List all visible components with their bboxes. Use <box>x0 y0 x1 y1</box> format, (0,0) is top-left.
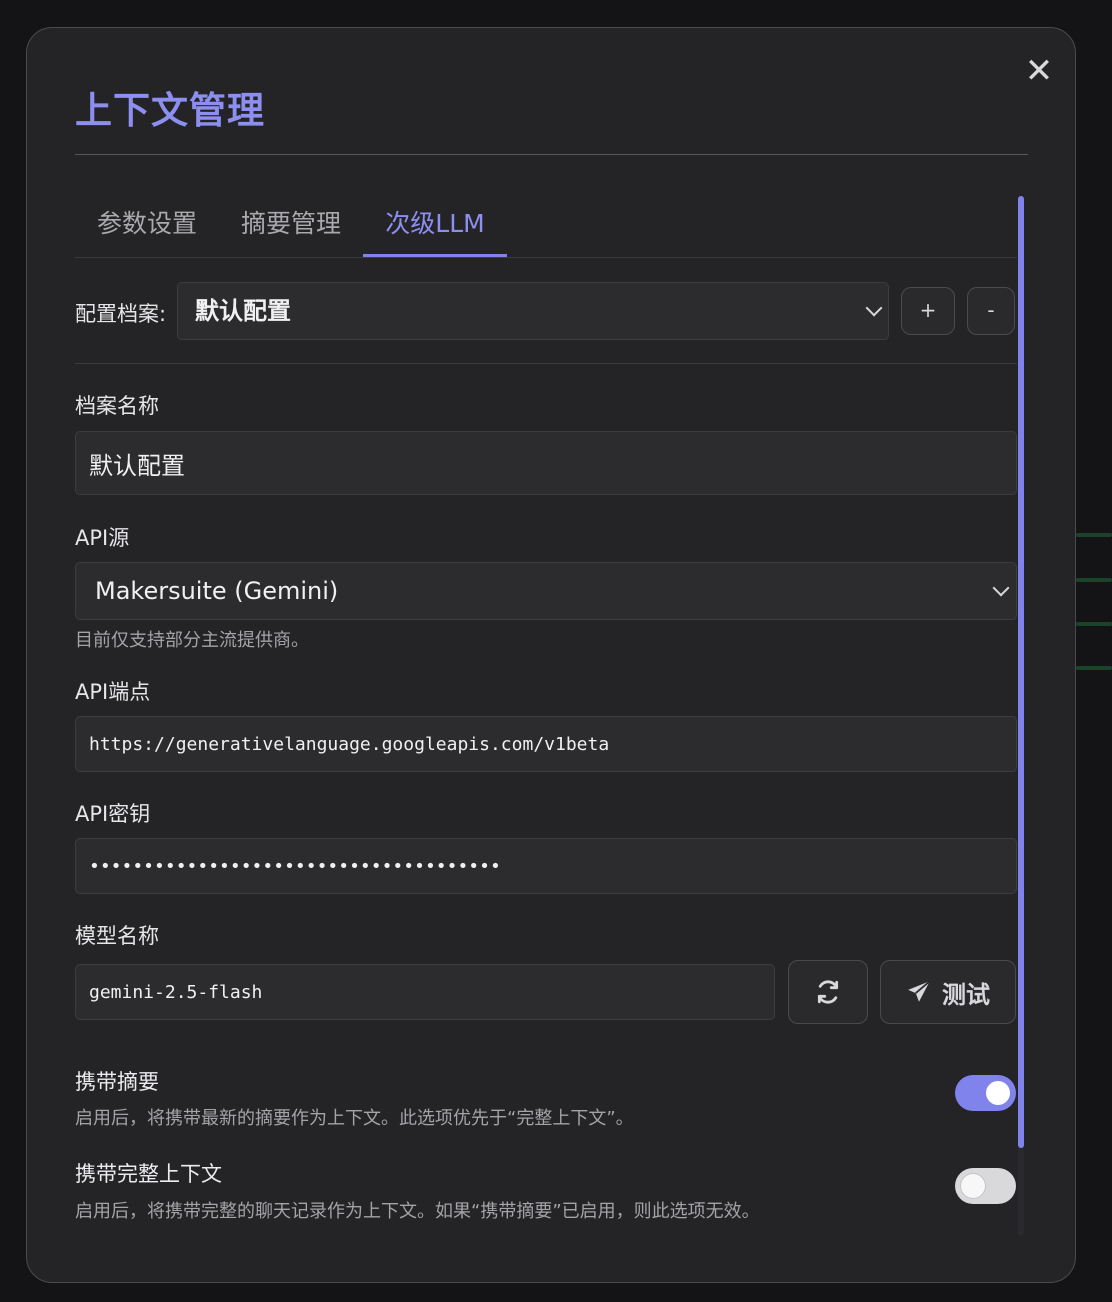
chevron-down-icon <box>865 299 883 317</box>
profile-name-label: 档案名称 <box>75 394 159 418</box>
section-divider <box>75 363 1017 364</box>
api-endpoint-label: API端点 <box>75 680 151 704</box>
test-button-label: 测试 <box>942 980 990 1009</box>
tab-summary[interactable]: 摘要管理 <box>219 198 363 257</box>
context-management-modal: ✕ 上下文管理 参数设置 摘要管理 次级LLM 配置档案: 默认配置 + - 档… <box>26 27 1076 1283</box>
tab-bar: 参数设置 摘要管理 次级LLM <box>75 198 1017 258</box>
include-summary-title: 携带摘要 <box>75 1070 159 1094</box>
background-stripe <box>1076 622 1112 626</box>
include-summary-toggle[interactable] <box>955 1075 1016 1111</box>
modal-title: 上下文管理 <box>75 89 265 132</box>
profile-label: 配置档案: <box>75 302 167 326</box>
api-key-label: API密钥 <box>75 802 151 826</box>
profile-name-input[interactable]: 默认配置 <box>75 431 1017 495</box>
include-full-context-desc: 启用后，将携带完整的聊天记录作为上下文。如果“携带摘要”已启用，则此选项无效。 <box>75 1201 760 1222</box>
close-icon[interactable]: ✕ <box>1023 54 1055 88</box>
profile-row: 配置档案: 默认配置 + - <box>75 282 1017 340</box>
title-divider <box>75 154 1028 155</box>
model-name-value: gemini-2.5-flash <box>89 981 263 1003</box>
tab-params[interactable]: 参数设置 <box>75 198 219 257</box>
api-endpoint-input[interactable]: https://generativelanguage.googleapis.co… <box>75 716 1017 772</box>
background-stripe <box>1076 533 1112 537</box>
scrollbar-thumb[interactable] <box>1018 196 1024 1148</box>
background-stripe <box>1076 578 1112 582</box>
api-source-label: API源 <box>75 526 130 550</box>
test-connection-button[interactable]: 测试 <box>880 960 1016 1024</box>
api-source-value: Makersuite (Gemini) <box>95 577 339 605</box>
api-endpoint-value: https://generativelanguage.googleapis.co… <box>89 733 610 755</box>
profile-name-value: 默认配置 <box>89 451 185 480</box>
profile-select[interactable]: 默认配置 <box>177 282 889 340</box>
toggle-knob <box>986 1081 1010 1105</box>
include-full-context-title: 携带完整上下文 <box>75 1162 222 1186</box>
include-summary-desc: 启用后，将携带最新的摘要作为上下文。此选项优先于“完整上下文”。 <box>75 1108 634 1129</box>
include-full-context-toggle[interactable] <box>955 1168 1016 1204</box>
remove-profile-button[interactable]: - <box>967 287 1015 335</box>
model-name-input[interactable]: gemini-2.5-flash <box>75 964 775 1020</box>
chevron-down-icon <box>992 579 1010 597</box>
tab-secondary-llm[interactable]: 次级LLM <box>363 198 507 257</box>
api-source-hint: 目前仅支持部分主流提供商。 <box>75 630 309 651</box>
refresh-models-button[interactable] <box>788 960 868 1024</box>
refresh-icon <box>817 980 839 1004</box>
add-profile-button[interactable]: + <box>901 287 955 335</box>
background-stripe <box>1076 666 1112 670</box>
model-name-label: 模型名称 <box>75 924 159 948</box>
api-key-value: •••••••••••••••••••••••••••••••••••••• <box>89 855 501 877</box>
profile-select-value: 默认配置 <box>195 297 291 325</box>
send-icon <box>908 980 931 1002</box>
api-key-input[interactable]: •••••••••••••••••••••••••••••••••••••• <box>75 838 1017 894</box>
api-source-select[interactable]: Makersuite (Gemini) <box>75 562 1017 620</box>
toggle-knob <box>961 1174 985 1198</box>
